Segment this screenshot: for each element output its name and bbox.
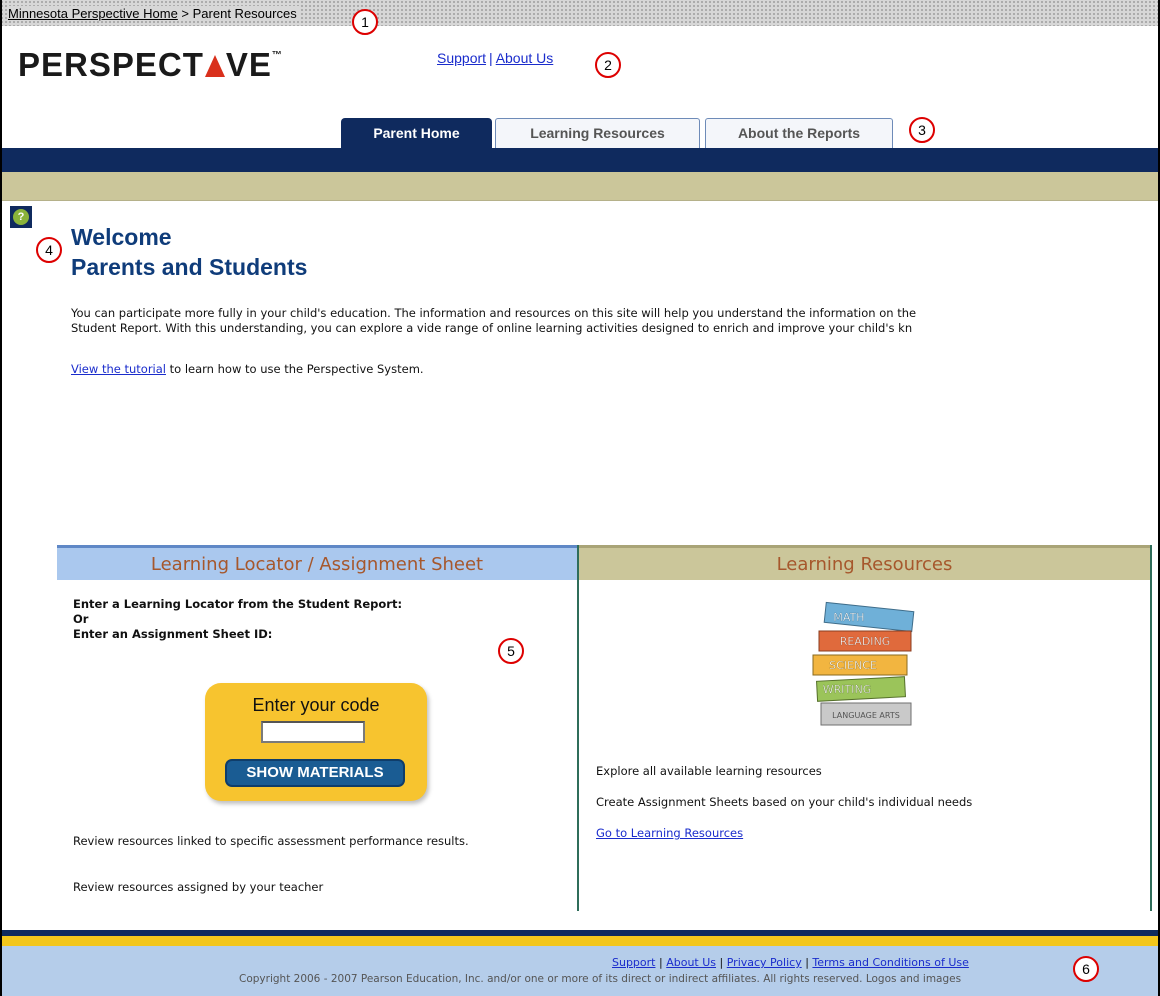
page-frame — [0, 0, 1160, 996]
